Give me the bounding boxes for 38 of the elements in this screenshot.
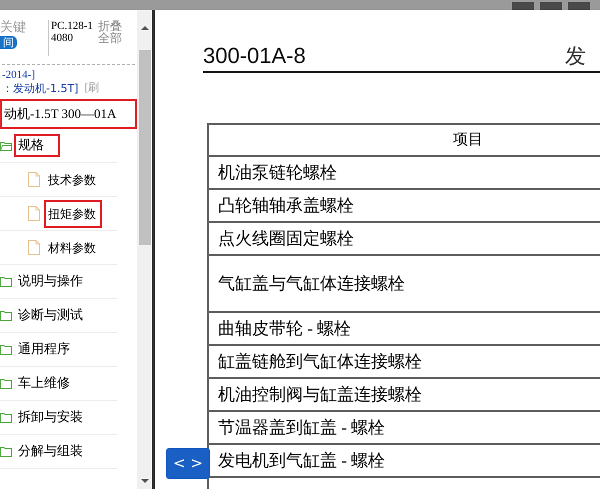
toolbar-icon[interactable]: [512, 2, 534, 10]
tree-document[interactable]: 技术参数: [44, 166, 100, 194]
tree-folder[interactable]: 规格: [14, 134, 60, 158]
table-cell-text: 发电机到气缸盖 - 螺栓: [218, 450, 386, 472]
tree-root[interactable]: 动机-1.5T 300—01A: [0, 99, 137, 129]
collapse-all-button[interactable]: 折叠全部: [98, 20, 132, 44]
tree-folder[interactable]: 车上维修: [14, 372, 74, 396]
table-cell-text: 曲轴皮带轮 - 螺栓: [218, 318, 352, 340]
table-cell-text: 点火线圈固定螺栓: [218, 228, 354, 250]
tree-document[interactable]: 扭矩参数: [44, 200, 102, 228]
table-cell-text: 机油控制阀与缸盖连接螺栓: [218, 384, 422, 406]
table-cell-text: 节温器盖到缸盖 - 螺栓: [218, 416, 386, 439]
column-header: 项目: [453, 130, 483, 150]
document-code: 300-01A-8: [203, 43, 306, 69]
search-button[interactable]: 间: [0, 36, 17, 49]
path-link[interactable]: ：发动机-1.5T]: [2, 82, 78, 95]
table-cell-text: 机油泵链轮螺栓: [218, 162, 337, 184]
toggle-button[interactable]: < >: [166, 448, 210, 479]
document-icon: [28, 172, 40, 187]
search-label: 关键: [0, 20, 26, 35]
code-text: PC.128-14080: [48, 20, 98, 56]
tree-folder[interactable]: 说明与操作: [14, 270, 87, 294]
tree-folder[interactable]: 拆卸与安装: [14, 406, 87, 430]
document-section: 发: [565, 43, 586, 69]
document-icon: [28, 206, 40, 221]
document-icon: [28, 240, 40, 255]
toolbar-icon[interactable]: [540, 2, 562, 10]
tree-document[interactable]: 材料参数: [44, 234, 100, 262]
path-text: -2014-]: [2, 69, 36, 82]
scroll-thumb[interactable]: [138, 50, 150, 245]
table-cell-text: 缸盖链舱到气缸体连接螺栓: [218, 350, 422, 373]
table-cell-text: 气缸盖与气缸体连接螺栓: [218, 272, 405, 295]
tree-folder[interactable]: 通用程序: [14, 338, 74, 362]
toolbar-icon[interactable]: [568, 2, 590, 10]
table-cell-text: 凸轮轴轴承盖螺栓: [218, 194, 354, 217]
tree-folder[interactable]: 分解与组装: [14, 440, 87, 464]
scrollbar[interactable]: [137, 10, 152, 489]
tree-folder[interactable]: 诊断与测试: [14, 304, 87, 328]
